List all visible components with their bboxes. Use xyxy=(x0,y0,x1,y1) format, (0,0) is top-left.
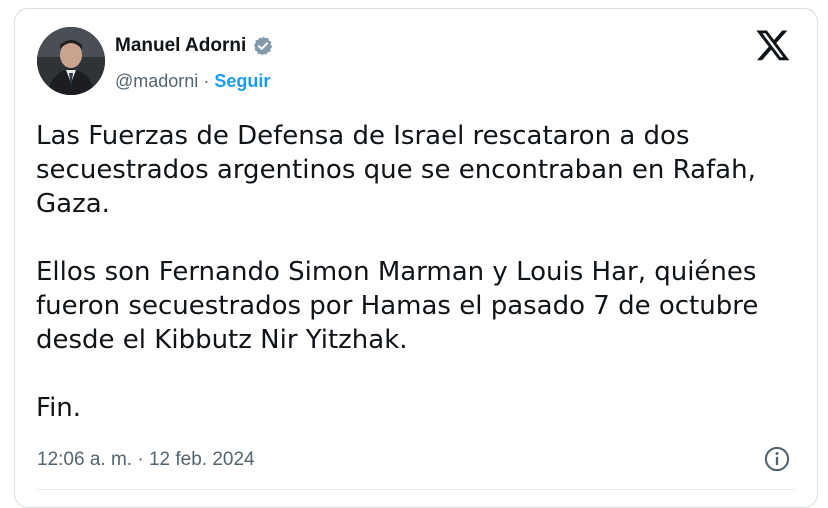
info-icon[interactable] xyxy=(763,445,791,473)
divider xyxy=(37,489,795,490)
tweet-paragraph-1: Las Fuerzas de Defensa de Israel rescata… xyxy=(36,121,756,219)
handle-row: @madorni · Seguir xyxy=(115,71,270,92)
tweet-paragraph-2: Ellos son Fernando Simon Marman y Louis … xyxy=(36,257,759,355)
follow-button[interactable]: Seguir xyxy=(214,71,270,91)
tweet-card: Manuel Adorni @madorni · Seguir Las Fuer… xyxy=(14,8,818,508)
verified-badge-icon xyxy=(252,35,274,57)
tweet-paragraph-3: Fin. xyxy=(36,393,82,423)
author-handle[interactable]: @madorni xyxy=(115,71,198,91)
tweet-timestamp[interactable]: 12:06 a. m. · 12 feb. 2024 xyxy=(37,449,255,471)
author-name[interactable]: Manuel Adorni xyxy=(115,35,246,57)
tweet-text: Las Fuerzas de Defensa de Israel rescata… xyxy=(36,119,806,425)
x-logo-icon[interactable] xyxy=(755,27,791,63)
handle-separator: · xyxy=(198,71,215,91)
author-name-row[interactable]: Manuel Adorni xyxy=(115,35,274,57)
avatar[interactable] xyxy=(37,27,105,95)
